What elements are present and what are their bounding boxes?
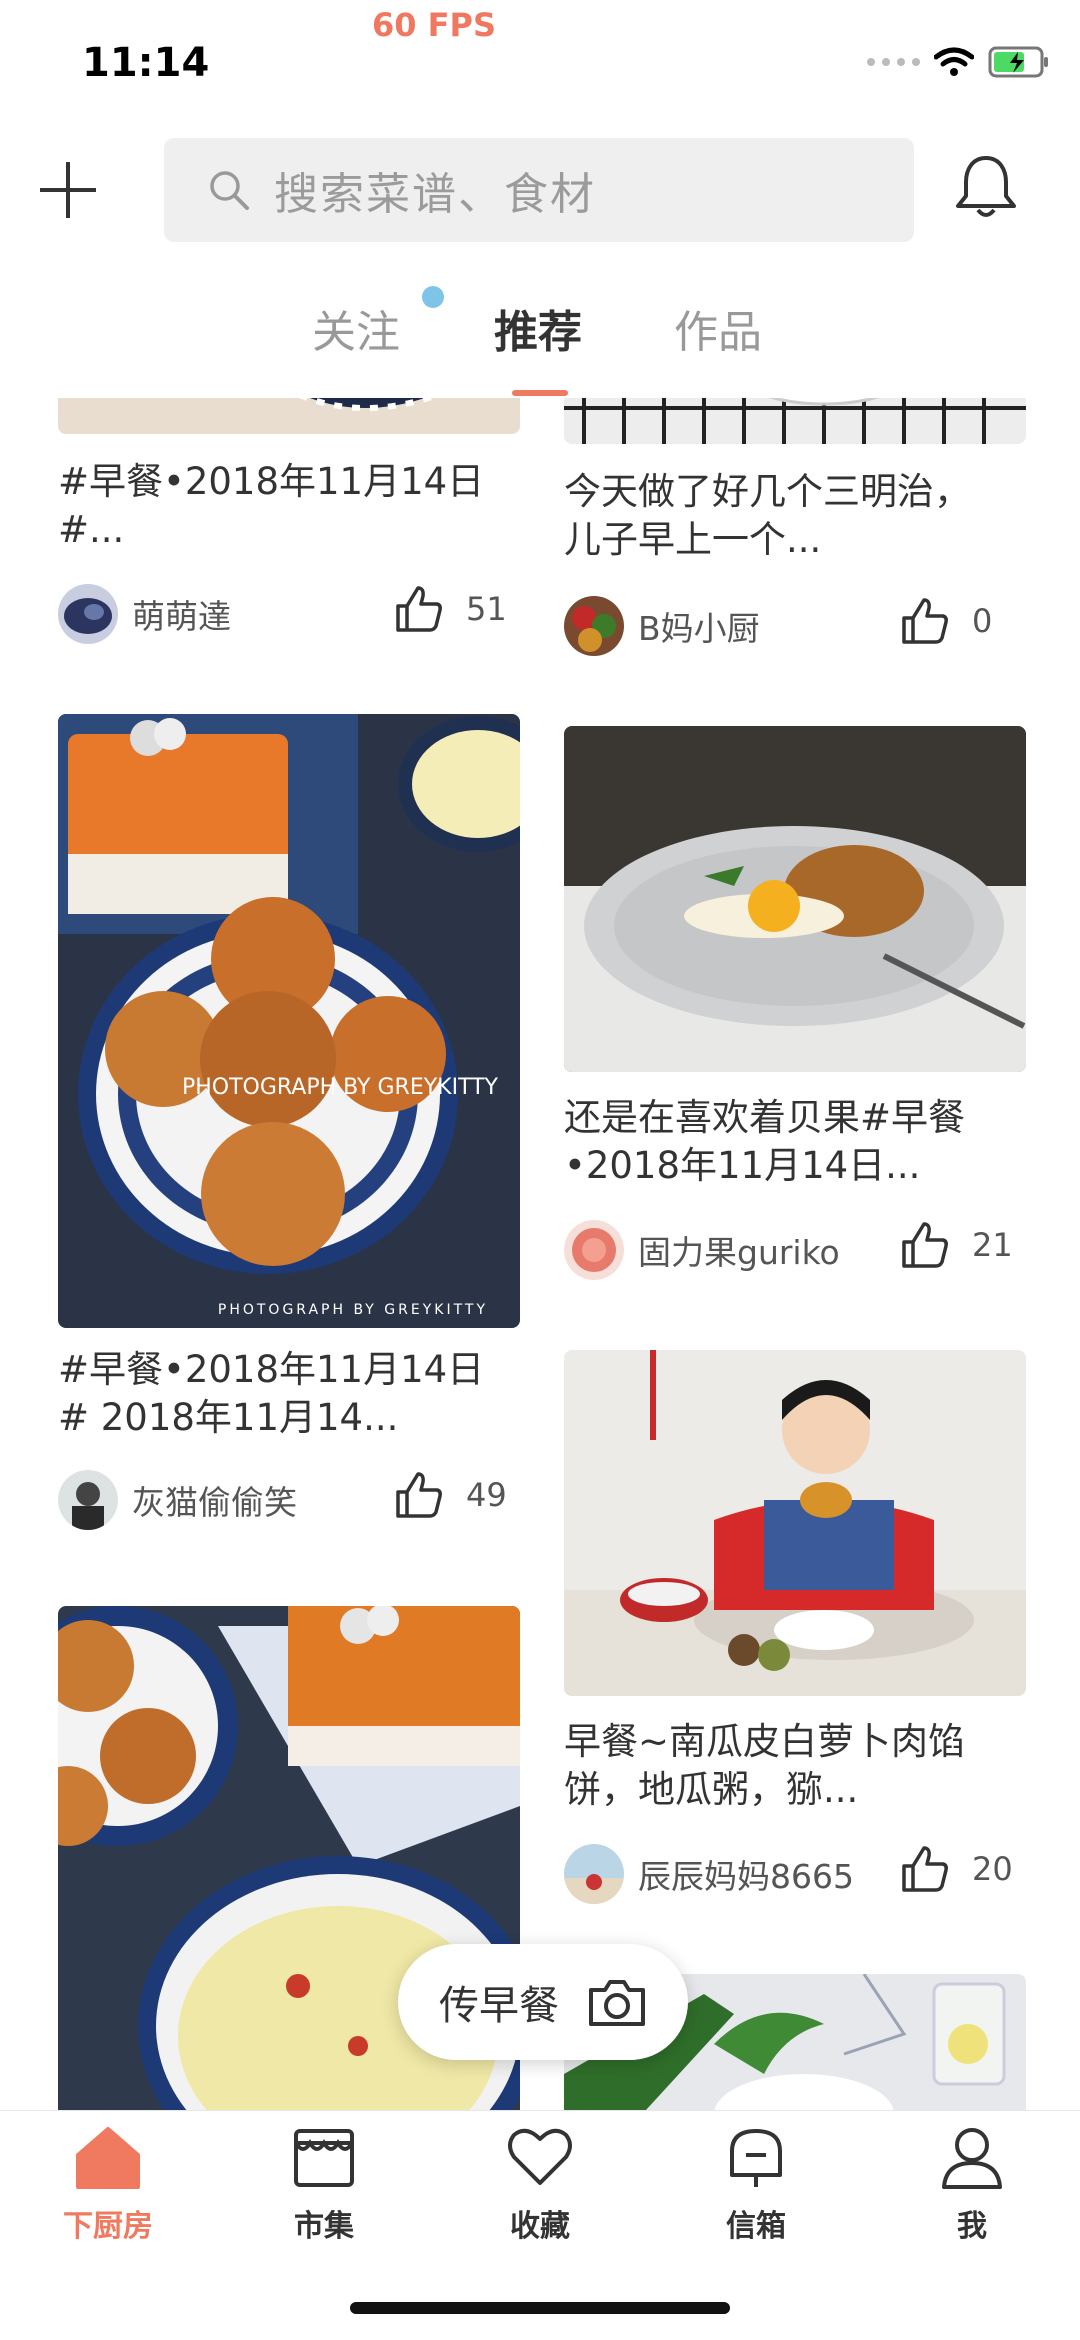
avatar (564, 1844, 624, 1904)
thumbs-up-icon (902, 1846, 948, 1892)
plus-icon (40, 162, 96, 218)
recipe-author[interactable]: 萌萌達 (58, 584, 231, 644)
author-name: 灰猫偷偷笑 (132, 1483, 297, 1522)
recipe-author[interactable]: 固力果guriko (564, 1220, 840, 1280)
avatar (564, 596, 624, 656)
thumbs-up-icon (396, 586, 442, 632)
nav-favorites-label: 收藏 (510, 2209, 570, 2244)
recipe-photo (58, 398, 520, 434)
recipe-photo (564, 398, 1026, 444)
recipe-title: 早餐~南瓜皮白萝卜肉馅饼，地瓜粥，猕... (564, 1720, 966, 1811)
recipe-title: #早餐•2018年11月14日# 2018年11月14... (58, 1348, 485, 1439)
tab-follow[interactable]: 关注 (312, 296, 400, 360)
bell-icon (956, 156, 1016, 217)
like-count[interactable]: 21 (900, 1220, 1013, 1270)
shop-icon (294, 2129, 354, 2187)
likes-value: 20 (972, 1850, 1013, 1888)
author-name: 辰辰妈妈8665 (638, 1857, 854, 1896)
add-button[interactable] (38, 160, 118, 240)
status-time: 11:14 (82, 40, 210, 86)
notifications-button[interactable] (954, 152, 1024, 230)
mailbox-icon (730, 2129, 782, 2187)
nav-mailbox-label: 信箱 (726, 2209, 786, 2244)
nav-home[interactable]: 下厨房 (18, 2125, 198, 2245)
photo-credit-text: PHOTOGRAPH BY GREYKITTY (218, 1302, 488, 1318)
recipe-title: 还是在喜欢着贝果#早餐•2018年11月14日... (564, 1096, 966, 1187)
recipe-author[interactable]: 灰猫偷偷笑 (58, 1470, 297, 1530)
nav-me[interactable]: 我 (882, 2125, 1062, 2245)
recipe-photo (564, 1350, 1026, 1696)
nav-market-label: 市集 (294, 2209, 354, 2244)
status-indicators (867, 46, 1050, 78)
nav-market[interactable]: 市集 (234, 2125, 414, 2245)
home-indicator (350, 2302, 730, 2314)
nav-home-label: 下厨房 (63, 2209, 153, 2244)
nav-me-label: 我 (957, 2209, 987, 2244)
search-placeholder: 搜索菜谱、食材 (274, 169, 596, 220)
like-count[interactable]: 49 (394, 1470, 507, 1520)
post-breakfast-button[interactable]: 传早餐 (398, 1944, 688, 2060)
tab-works[interactable]: 作品 (674, 296, 762, 360)
likes-value: 49 (466, 1476, 507, 1514)
fps-counter: 60 FPS (372, 6, 497, 44)
tab-recommend[interactable]: 推荐 (494, 296, 582, 360)
nav-mailbox[interactable]: 信箱 (666, 2125, 846, 2245)
post-breakfast-label: 传早餐 (439, 1983, 559, 2029)
author-name: 固力果guriko (638, 1233, 840, 1272)
recipe-title: 今天做了好几个三明治，儿子早上一个... (564, 470, 971, 561)
avatar (58, 1470, 118, 1530)
author-name: 萌萌達 (132, 597, 231, 636)
active-tab-indicator (512, 390, 568, 396)
signal-icon (867, 58, 920, 66)
author-name: B妈小厨 (638, 609, 760, 648)
heart-icon (508, 2128, 572, 2185)
likes-value: 51 (466, 590, 507, 628)
thumbs-up-icon (396, 1472, 442, 1518)
camera-icon (589, 1980, 645, 2026)
battery-icon (988, 46, 1048, 78)
like-count[interactable]: 0 (900, 596, 992, 646)
thumbs-up-icon (902, 1222, 948, 1268)
search-icon (210, 171, 249, 210)
wifi-icon (934, 47, 974, 76)
recipe-author[interactable]: B妈小厨 (564, 596, 760, 656)
recipe-title: #早餐•2018年11月14日#... (58, 460, 485, 551)
home-icon (76, 2127, 140, 2189)
feed-tabs: 关注 推荐 作品 (0, 286, 1080, 396)
thumbs-up-icon (902, 598, 948, 644)
nav-favorites[interactable]: 收藏 (450, 2125, 630, 2245)
photo-credit: PHOTOGRAPH BY GREYKITTY (182, 1075, 499, 1100)
like-count[interactable]: 20 (900, 1844, 1013, 1894)
person-icon (942, 2128, 1002, 2189)
avatar (564, 1220, 624, 1280)
search-input[interactable]: 搜索菜谱、食材 (164, 138, 914, 242)
recipe-author[interactable]: 辰辰妈妈8665 (564, 1844, 854, 1904)
recipe-feed: #早餐•2018年11月14日#... 萌萌達 51 PHOTOGRAPH BY… (0, 398, 1080, 2110)
likes-value: 21 (972, 1226, 1013, 1264)
avatar (58, 584, 118, 644)
like-count[interactable]: 51 (394, 584, 507, 634)
recipe-photo (564, 726, 1026, 1072)
recipe-photo: PHOTOGRAPH BY GREYKITTY PHOTOGRAPH BY GR… (58, 714, 520, 1328)
unread-dot (422, 286, 444, 308)
likes-value: 0 (972, 602, 993, 640)
